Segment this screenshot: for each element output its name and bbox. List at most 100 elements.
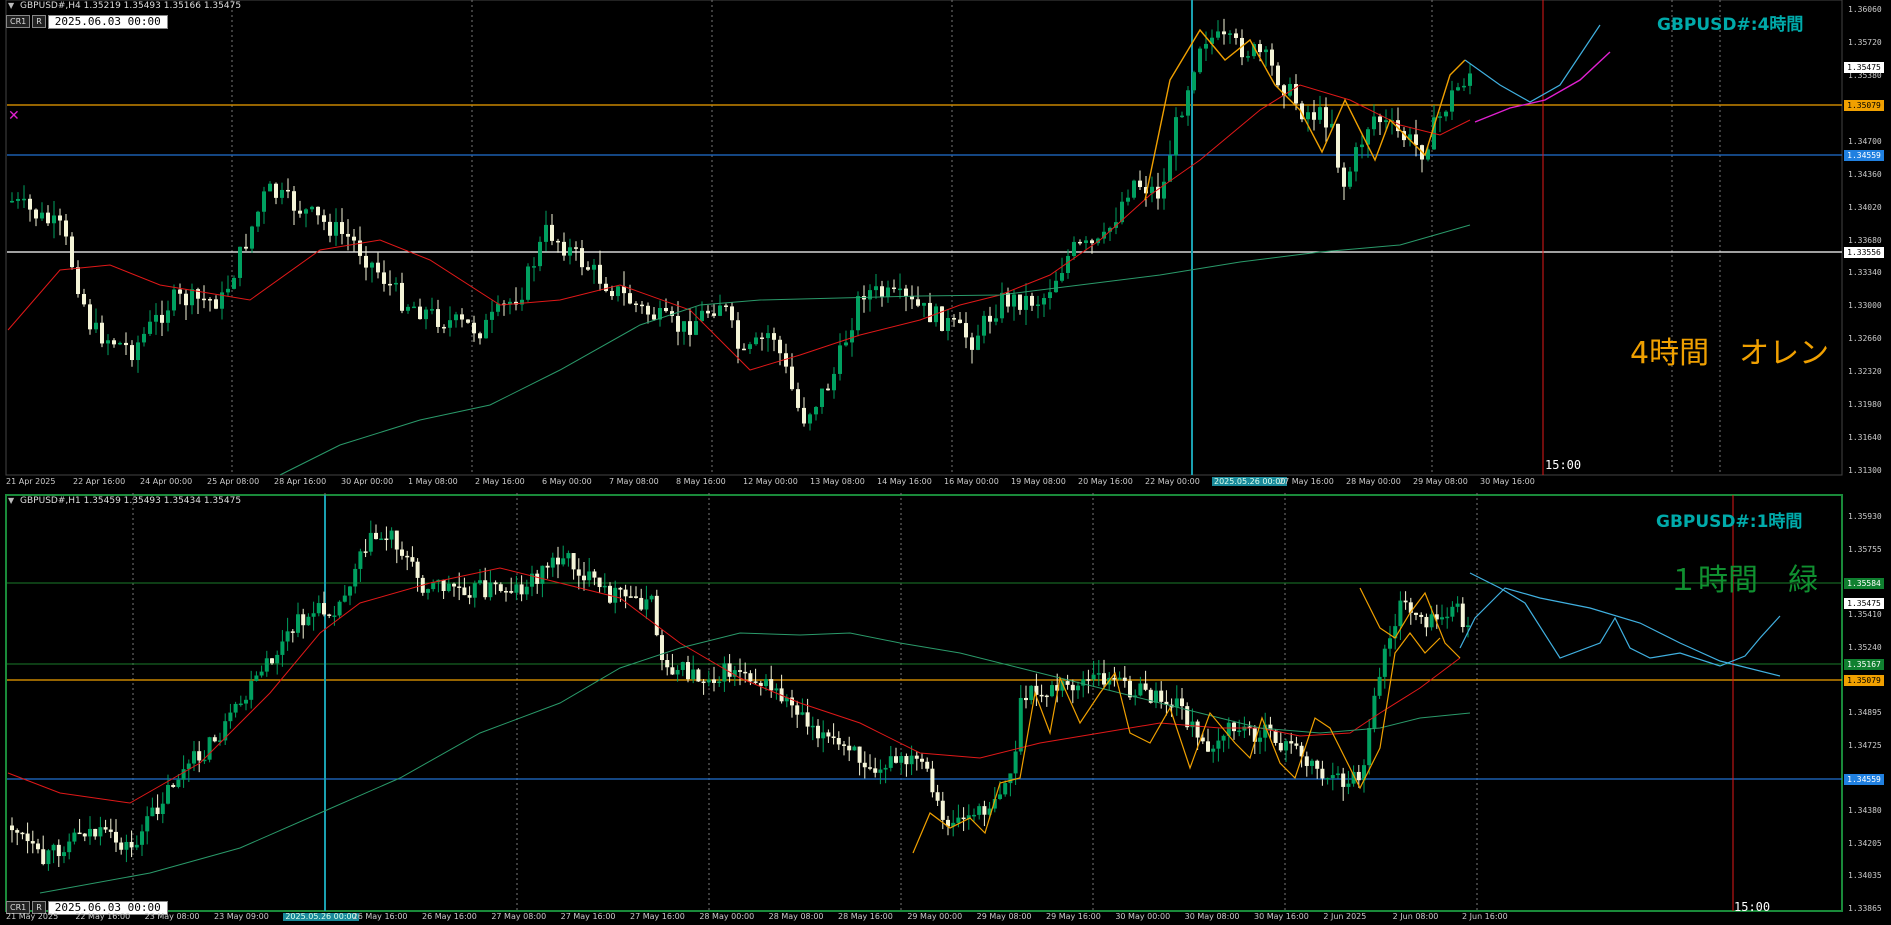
candle-body: [62, 852, 66, 857]
time-tick-label: 30 Apr 00:00: [341, 477, 394, 486]
candle-body: [1252, 727, 1257, 742]
candle-body: [675, 669, 680, 675]
time-tick-label: 27 May 16:00: [1279, 477, 1334, 486]
candle-body: [264, 658, 269, 672]
chevron-down-icon[interactable]: ▼: [8, 1, 14, 10]
candle-body: [1076, 685, 1080, 691]
price-tag: 1.35079: [1844, 100, 1884, 111]
candle-body: [280, 189, 284, 198]
candle-body: [1438, 116, 1442, 118]
candle-body: [1315, 760, 1320, 769]
candle-body: [587, 571, 592, 581]
candle-body: [736, 320, 740, 349]
time-tick-label: 27 May 08:00: [491, 913, 547, 921]
time-tick-label: 2 May 16:00: [475, 477, 525, 486]
candle-body: [1086, 679, 1091, 681]
candle-body: [682, 321, 686, 332]
candle-body: [1346, 783, 1351, 787]
candle-body: [1341, 773, 1346, 787]
candle-body: [228, 712, 233, 722]
candle-body: [1221, 735, 1226, 741]
time-axis[interactable]: 21 May 2025 22 May 16:00 23 May 08:00 23 Ma…: [0, 913, 1891, 925]
price-tick-label: 1.34205: [1848, 838, 1882, 848]
candle-body: [1096, 673, 1101, 675]
candle-body: [1012, 294, 1016, 307]
candle-body: [1330, 775, 1335, 779]
candle-body: [582, 575, 586, 581]
candle-body: [1456, 87, 1460, 91]
candle-body: [40, 212, 44, 219]
candle-body: [910, 296, 914, 300]
chevron-down-icon[interactable]: ▼: [8, 496, 14, 505]
candle-body: [1367, 727, 1372, 766]
time-tick-label: 13 May 08:00: [810, 477, 865, 486]
candle-body: [1419, 614, 1424, 617]
chart-pane-h1[interactable]: ▼ GBPUSD#,H1 1.35459 1.35493 1.35434 1.3…: [0, 493, 1891, 925]
candle-body: [1414, 134, 1418, 146]
candle-body: [1084, 240, 1088, 244]
candle-body: [738, 670, 742, 672]
price-tick-label: 1.32660: [1848, 334, 1882, 344]
price-tag: 1.33556: [1844, 247, 1884, 258]
candle-body: [478, 333, 482, 339]
candle-body: [490, 311, 494, 320]
price-tick-label: 1.34700: [1848, 136, 1882, 146]
candle-body: [448, 320, 452, 328]
symbol-header: ▼ GBPUSD#,H1 1.35459 1.35493 1.35434 1.3…: [8, 496, 241, 506]
candle-body: [1466, 625, 1470, 628]
candle-body: [922, 302, 926, 306]
candle-body: [332, 615, 337, 617]
candle-body: [748, 344, 752, 349]
candle-body: [197, 751, 202, 761]
candle-body: [328, 221, 332, 236]
candle-body: [118, 342, 122, 345]
candle-body: [639, 597, 644, 610]
candle-body: [424, 309, 428, 320]
chart-canvas-h1[interactable]: [0, 493, 1891, 925]
r-button[interactable]: R: [32, 15, 46, 28]
candle-body: [857, 746, 862, 763]
candle-body: [602, 585, 607, 588]
candle-body: [556, 557, 560, 565]
candle-body: [310, 206, 314, 210]
candle-body: [155, 807, 160, 815]
candle-body: [613, 587, 618, 603]
candle-body: [654, 595, 659, 636]
candle-body: [405, 555, 410, 558]
time-axis[interactable]: 21 Apr 2025 22 Apr 16:00 24 Apr 00:00 25 Ap…: [0, 477, 1891, 492]
object-marker-icon[interactable]: ✕: [8, 108, 20, 124]
candle-body: [1192, 72, 1196, 91]
candle-body: [1039, 694, 1044, 697]
symbol-header: ▼ GBPUSD#,H4 1.35219 1.35493 1.35166 1.3…: [8, 1, 241, 11]
time-tick-label: 21 May 2025: [6, 913, 59, 921]
candle-body: [363, 551, 368, 553]
candle-body: [10, 200, 14, 203]
candle-body: [212, 737, 217, 742]
candle-body: [466, 319, 470, 323]
candle-body: [1018, 294, 1022, 310]
candle-body: [909, 755, 914, 765]
candle-body: [1216, 740, 1221, 749]
date-field[interactable]: 2025.06.03 00:00: [47, 15, 168, 29]
time-tick-label: 30 May 08:00: [1184, 913, 1240, 921]
candle-body: [406, 306, 410, 311]
cr-button[interactable]: CR1: [6, 15, 31, 28]
price-tag: 1.35475: [1844, 598, 1884, 609]
candle-body: [826, 388, 830, 391]
candle-body: [374, 532, 378, 540]
candle-body: [1008, 773, 1013, 784]
candle-body: [1276, 65, 1280, 86]
candle-body: [766, 333, 770, 339]
candle-body: [691, 669, 696, 680]
chart-note: 4時間 オレン: [1630, 336, 1830, 371]
candle-body: [82, 294, 86, 305]
time-tick-label: 28 May 00:00: [1346, 477, 1401, 486]
candle-body: [883, 767, 888, 770]
candle-body: [961, 817, 966, 820]
chart-pane-h4[interactable]: ▼ GBPUSD#,H4 1.35219 1.35493 1.35166 1.3…: [0, 0, 1891, 492]
candle-body: [370, 262, 374, 268]
chart-canvas-h4[interactable]: [0, 0, 1891, 492]
candle-body: [136, 342, 140, 361]
candle-body: [1258, 737, 1262, 742]
candle-body: [1030, 295, 1034, 306]
